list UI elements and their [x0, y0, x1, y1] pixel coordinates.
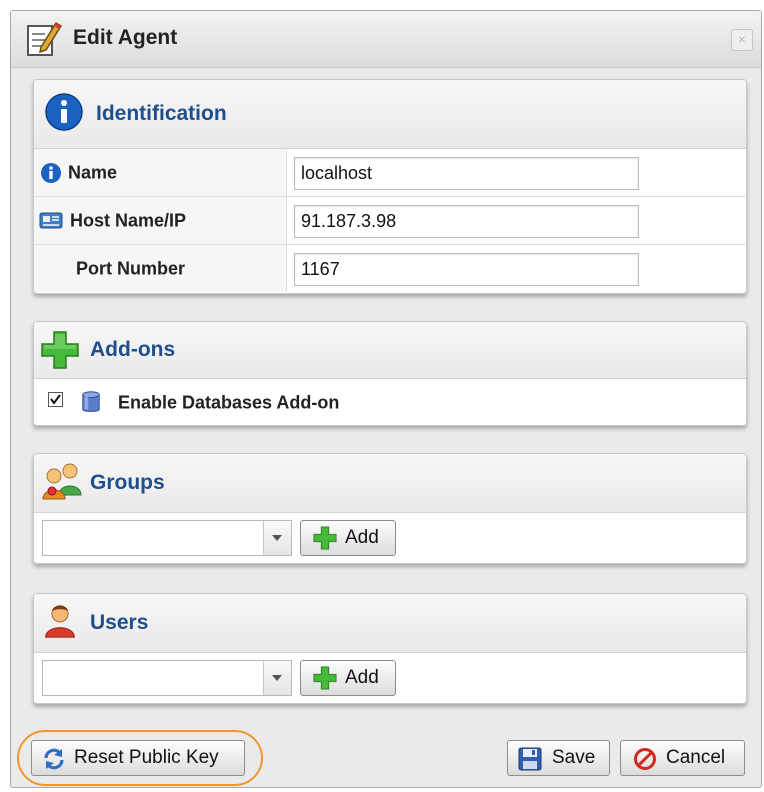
name-input[interactable]	[294, 157, 639, 190]
plus-icon	[313, 526, 337, 550]
refresh-icon	[44, 748, 64, 770]
database-icon	[82, 391, 100, 412]
cancel-icon	[634, 748, 656, 770]
addons-panel: Add-ons Enable Databases Add-on	[33, 321, 747, 426]
port-label-cell: Port Number	[34, 245, 287, 292]
name-label: Name	[68, 162, 118, 182]
cancel-label: Cancel	[666, 747, 726, 768]
port-input-cell	[287, 245, 746, 292]
groups-panel: Groups Add	[33, 453, 747, 564]
info-small-icon	[41, 163, 61, 183]
identification-rows: Name Host Name/IP	[34, 149, 746, 292]
chevron-down-icon[interactable]	[263, 521, 291, 555]
addon-item-databases: Enable Databases Add-on	[34, 379, 746, 425]
groups-select-value[interactable]	[43, 521, 263, 555]
reset-public-key-label: Reset Public Key	[74, 747, 219, 768]
addons-header: Add-ons	[34, 322, 746, 379]
user-icon	[45, 605, 75, 638]
users-add-label: Add	[345, 667, 379, 688]
hostname-row: Host Name/IP	[34, 197, 746, 245]
floppy-disk-icon	[518, 747, 542, 771]
cancel-button[interactable]: Cancel	[620, 740, 745, 776]
hostname-label-cell: Host Name/IP	[34, 197, 287, 244]
databases-addon-checkbox[interactable]	[48, 392, 63, 407]
port-label: Port Number	[76, 258, 186, 278]
users-header: Users	[34, 594, 746, 653]
users-select[interactable]	[42, 660, 292, 696]
users-title: Users	[90, 611, 149, 634]
hostname-input[interactable]	[294, 205, 639, 238]
groups-title: Groups	[90, 471, 165, 494]
groups-add-button[interactable]: Add	[300, 520, 396, 556]
info-icon	[45, 93, 83, 131]
close-icon[interactable]: ×	[731, 29, 753, 51]
users-panel: Users Add	[33, 593, 747, 704]
name-input-cell	[287, 149, 746, 196]
checkmark-icon	[50, 394, 61, 405]
dialog-title: Edit Agent	[73, 26, 178, 49]
groups-select[interactable]	[42, 520, 292, 556]
users-body: Add	[34, 653, 746, 703]
port-input[interactable]	[294, 253, 639, 286]
identification-title: Identification	[96, 102, 227, 125]
databases-addon-label: Enable Databases Add-on	[118, 392, 340, 413]
identification-header: Identification	[34, 80, 746, 149]
hostname-input-cell	[287, 197, 746, 244]
plus-icon	[41, 331, 79, 369]
reset-public-key-button[interactable]: Reset Public Key	[31, 740, 245, 776]
identification-panel: Identification Name localhost Host Name/…	[33, 79, 747, 294]
edit-document-icon	[27, 21, 63, 56]
plus-icon	[313, 666, 337, 690]
dialog-titlebar[interactable]: Edit Agent ×	[11, 11, 761, 68]
name-label-cell: Name	[34, 149, 287, 196]
groups-body: Add	[34, 513, 746, 563]
save-label: Save	[552, 747, 596, 768]
host-icon	[39, 212, 63, 229]
save-button[interactable]: Save	[507, 740, 610, 776]
addons-title: Add-ons	[90, 338, 176, 361]
groups-add-label: Add	[345, 527, 379, 548]
edit-agent-dialog: Edit Agent × Identification Name localho…	[10, 10, 762, 788]
groups-header: Groups	[34, 454, 746, 513]
groups-icon	[42, 463, 82, 500]
hostname-label: Host Name/IP	[70, 210, 187, 230]
users-add-button[interactable]: Add	[300, 660, 396, 696]
port-row: Port Number	[34, 245, 746, 292]
name-row: Name	[34, 149, 746, 197]
users-select-value[interactable]	[43, 661, 263, 695]
chevron-down-icon[interactable]	[263, 661, 291, 695]
